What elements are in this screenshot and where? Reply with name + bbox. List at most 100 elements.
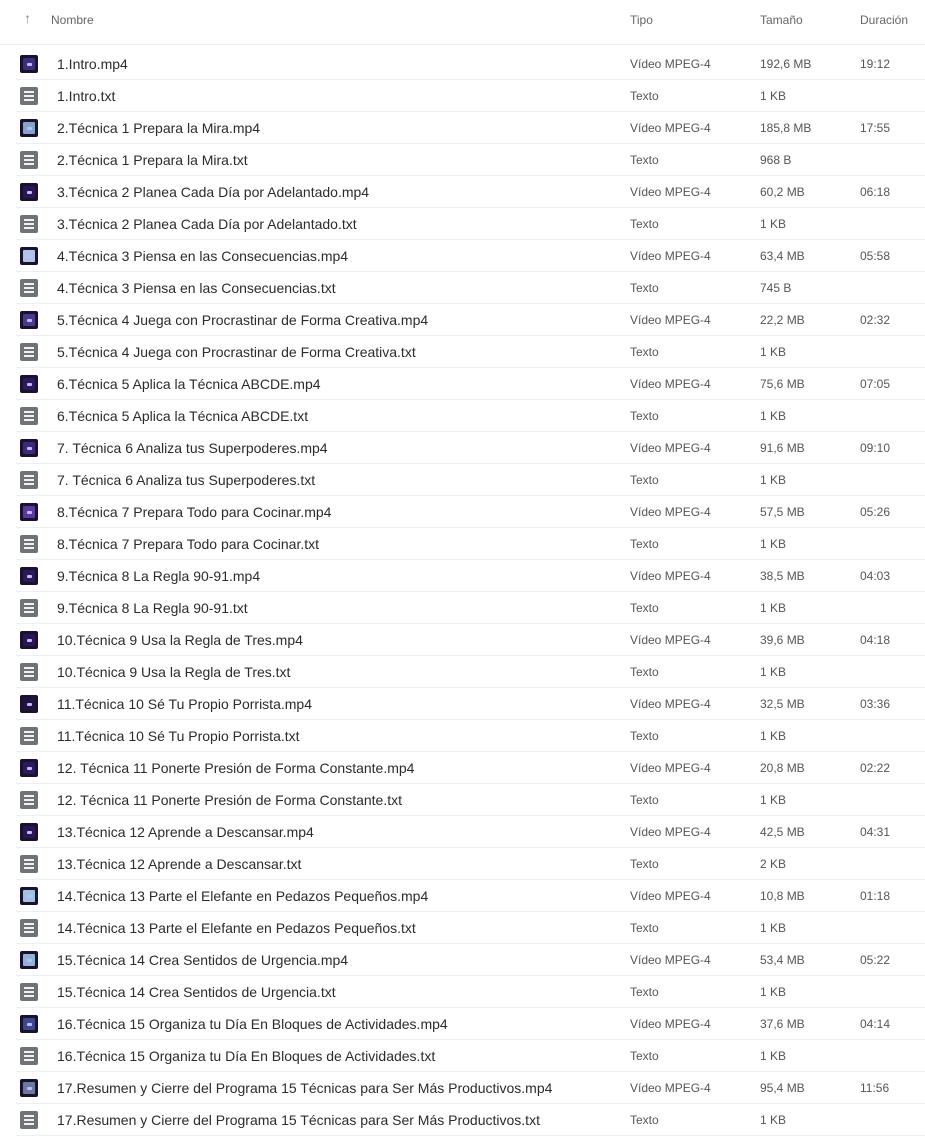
file-duration: 17:55 [860,121,891,135]
text-line-glyph [24,731,34,733]
file-type: Vídeo MPEG-4 [630,249,711,263]
file-name: 7. Técnica 6 Analiza tus Superpoderes.mp… [57,440,328,456]
file-size: 1 KB [760,473,787,487]
video-thumbnail-icon [20,951,38,969]
file-name: 12. Técnica 11 Ponerte Presión de Forma … [57,792,403,808]
text-line-glyph [24,347,34,349]
file-size: 20,8 MB [760,761,805,775]
column-header-size[interactable]: Tamaño [760,13,803,27]
file-name: 6.Técnica 5 Aplica la Técnica ABCDE.txt [57,408,309,424]
video-thumbnail-icon [20,823,38,841]
file-size: 22,2 MB [760,313,805,327]
file-size: 38,5 MB [760,569,805,583]
file-size: 1 KB [760,601,787,615]
file-row-text[interactable]: 6.Técnica 5 Aplica la Técnica ABCDE.txt T… [16,400,925,432]
file-row-text[interactable]: 15.Técnica 14 Crea Sentidos de Urgencia.… [16,976,925,1008]
file-size: 1 KB [760,217,787,231]
text-line-glyph [24,91,34,93]
file-size: 53,4 MB [760,953,805,967]
video-thumbnail-icon [20,1015,38,1033]
file-duration: 04:03 [860,569,891,583]
file-row-text[interactable]: 12. Técnica 11 Ponerte Presión de Forma … [16,784,925,816]
file-row-video[interactable]: 8.Técnica 7 Prepara Todo para Cocinar.mp… [16,496,925,528]
file-row-video[interactable]: 2.Técnica 1 Prepara la Mira.mp4 Vídeo MPE… [16,112,925,144]
text-line-glyph [24,283,34,285]
file-duration: 05:58 [860,249,891,263]
file-row-text[interactable]: 1.Intro.txt Texto 1 KB [16,80,925,112]
video-thumbnail-icon [20,695,38,713]
video-thumbnail-icon [20,887,38,905]
file-row-video[interactable]: 5.Técnica 4 Juega con Procrastinar de Fo… [16,304,925,336]
text-line-glyph [24,411,34,413]
file-duration: 07:05 [860,377,891,391]
file-row-video[interactable]: 13.Técnica 12 Aprende a Descansar.mp4 Víd… [16,816,925,848]
text-document-icon [20,599,38,617]
file-type: Texto [630,601,659,615]
file-row-text[interactable]: 14.Técnica 13 Parte el Elefante en Pedaz… [16,912,925,944]
file-row-video[interactable]: 11.Técnica 10 Sé Tu Propio Porrista.mp4 V… [16,688,925,720]
column-header-name[interactable]: Nombre [51,13,94,27]
file-row-text[interactable]: 3.Técnica 2 Planea Cada Día por Adelanta… [16,208,925,240]
video-thumbnail-icon [20,183,38,201]
file-duration: 09:10 [860,441,891,455]
file-type: Vídeo MPEG-4 [630,185,711,199]
column-header-duration[interactable]: Duración [860,13,908,27]
file-row-text[interactable]: 10.Técnica 9 Usa la Regla de Tres.txt Tex… [16,656,925,688]
video-thumbnail-detail [27,255,32,258]
text-line-glyph [24,987,34,989]
text-line-glyph [24,483,34,485]
sort-ascending-arrow-icon[interactable]: ↑ [24,9,38,27]
file-row-text[interactable]: 7. Técnica 6 Analiza tus Superpoderes.tx… [16,464,925,496]
file-row-text[interactable]: 11.Técnica 10 Sé Tu Propio Porrista.txt T… [16,720,925,752]
file-type: Vídeo MPEG-4 [630,1017,711,1031]
file-type: Vídeo MPEG-4 [630,1081,711,1095]
column-header-type[interactable]: Tipo [630,13,653,27]
file-row-text[interactable]: 8.Técnica 7 Prepara Todo para Cocinar.tx… [16,528,925,560]
file-size: 37,6 MB [760,1017,805,1031]
file-row-text[interactable]: 2.Técnica 1 Prepara la Mira.txt Texto 968 … [16,144,925,176]
file-type: Vídeo MPEG-4 [630,441,711,455]
file-row-video[interactable]: 12. Técnica 11 Ponerte Presión de Forma … [16,752,925,784]
file-row-video[interactable]: 4.Técnica 3 Piensa en las Consecuencias.… [16,240,925,272]
text-line-glyph [24,219,34,221]
file-type: Texto [630,793,659,807]
file-row-text[interactable]: 5.Técnica 4 Juega con Procrastinar de Fo… [16,336,925,368]
file-type: Texto [630,729,659,743]
file-row-text[interactable]: 13.Técnica 12 Aprende a Descansar.txt Tex… [16,848,925,880]
file-name: 6.Técnica 5 Aplica la Técnica ABCDE.mp4 [57,376,321,392]
text-document-icon [20,919,38,937]
file-row-video[interactable]: 10.Técnica 9 Usa la Regla de Tres.mp4 Víd… [16,624,925,656]
file-name: 13.Técnica 12 Aprende a Descansar.txt [57,856,302,872]
file-row-text[interactable]: 4.Técnica 3 Piensa en las Consecuencias.… [16,272,925,304]
file-row-video[interactable]: 1.Intro.mp4 Vídeo MPEG-4 192,6 MB 19:12 [16,48,925,80]
file-row-video[interactable]: 7. Técnica 6 Analiza tus Superpoderes.mp… [16,432,925,464]
file-type: Texto [630,537,659,551]
file-size: 1 KB [760,665,787,679]
file-name: 14.Técnica 13 Parte el Elefante en Pedaz… [57,888,429,904]
file-duration: 05:22 [860,953,891,967]
file-name: 16.Técnica 15 Organiza tu Día En Bloques… [57,1016,448,1032]
file-row-video[interactable]: 17.Resumen y Cierre del Programa 15 Técn… [16,1072,925,1104]
file-row-text[interactable]: 17.Resumen y Cierre del Programa 15 Técn… [16,1104,925,1136]
file-row-text[interactable]: 9.Técnica 8 La Regla 90-91.txt Texto 1 KB [16,592,925,624]
file-row-video[interactable]: 3.Técnica 2 Planea Cada Día por Adelanta… [16,176,925,208]
file-row-text[interactable]: 16.Técnica 15 Organiza tu Día En Bloques… [16,1040,925,1072]
file-size: 745 B [760,281,792,295]
file-size: 1 KB [760,345,787,359]
file-row-video[interactable]: 9.Técnica 8 La Regla 90-91.mp4 Vídeo MPEG… [16,560,925,592]
file-name: 13.Técnica 12 Aprende a Descansar.mp4 [57,824,314,840]
file-size: 1 KB [760,793,787,807]
text-line-glyph [24,159,34,161]
file-row-video[interactable]: 6.Técnica 5 Aplica la Técnica ABCDE.mp4 V… [16,368,925,400]
video-thumbnail-detail [27,895,32,898]
file-row-video[interactable]: 14.Técnica 13 Parte el Elefante en Pedaz… [16,880,925,912]
file-row-video[interactable]: 16.Técnica 15 Organiza tu Día En Bloques… [16,1008,925,1040]
video-thumbnail-icon [20,1079,38,1097]
video-thumbnail-detail [27,831,32,834]
file-row-video[interactable]: 15.Técnica 14 Crea Sentidos de Urgencia.… [16,944,925,976]
text-line-glyph [24,99,34,101]
text-line-glyph [24,739,34,741]
text-line-glyph [24,415,34,417]
file-name: 9.Técnica 8 La Regla 90-91.mp4 [57,568,261,584]
file-duration: 06:18 [860,185,891,199]
